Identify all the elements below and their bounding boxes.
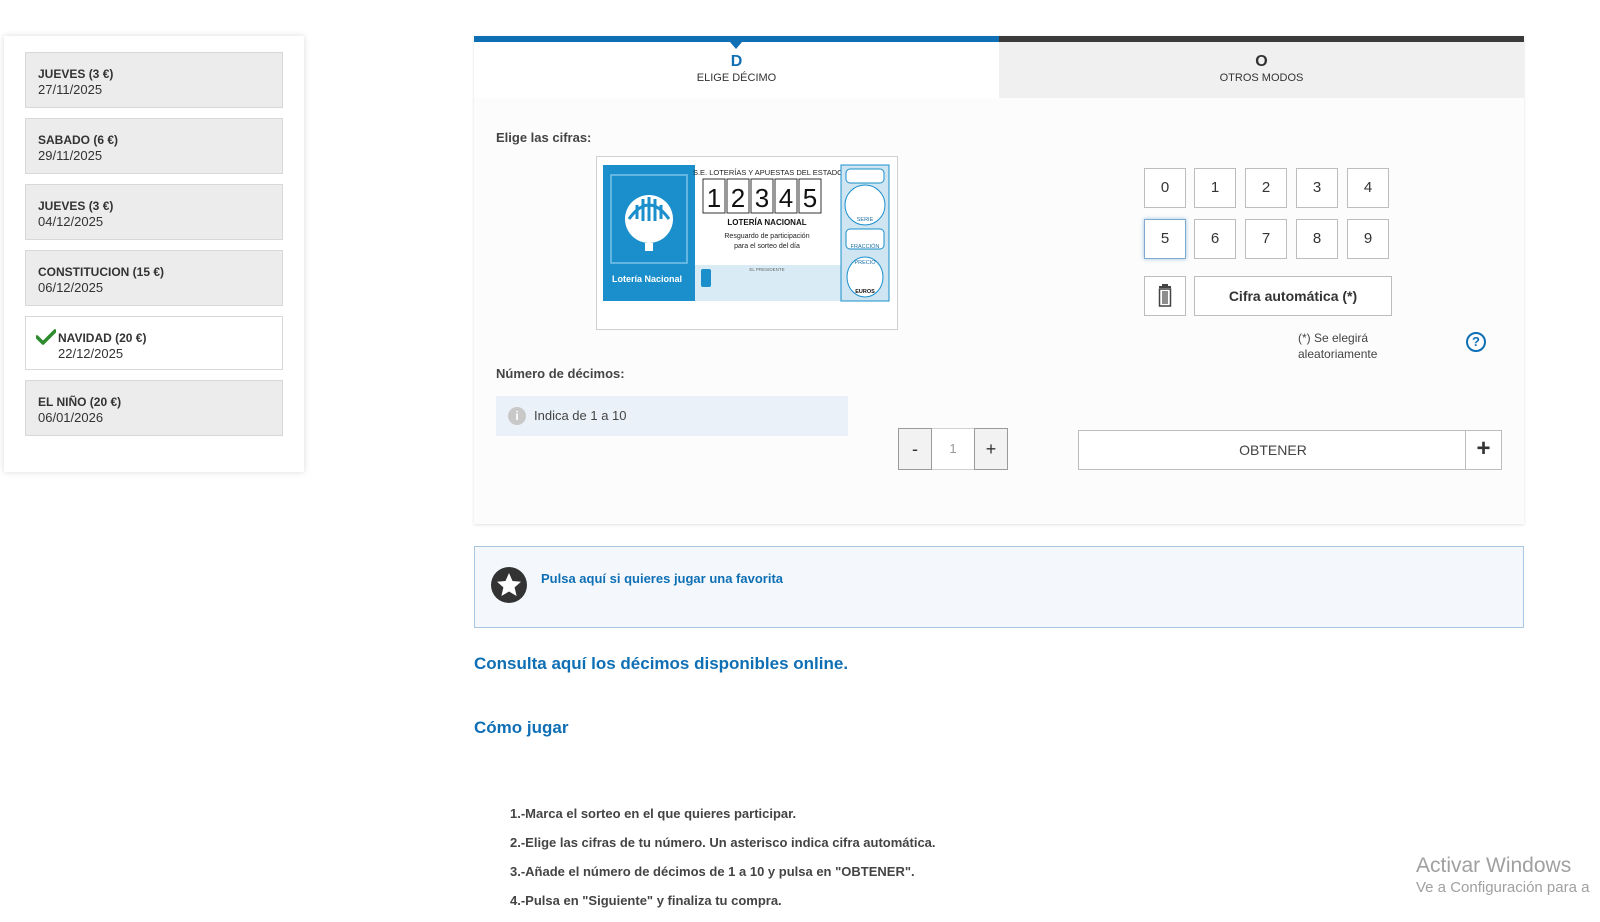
watermark-title: Activar Windows bbox=[1416, 854, 1572, 877]
how-to-steps: 1.-Marca el sorteo en el que quieres par… bbox=[510, 806, 936, 922]
draw-name: EL NIÑO (20 €) bbox=[38, 395, 122, 409]
draw-date: 06/12/2025 bbox=[38, 280, 104, 295]
quantity-input[interactable]: 1 bbox=[932, 428, 974, 470]
ticket-digit: 4 bbox=[779, 183, 793, 213]
tab-label: ELIGE DÉCIMO bbox=[696, 72, 777, 84]
quantity-increase-button[interactable]: + bbox=[974, 428, 1008, 470]
quantity-decrease-button[interactable]: - bbox=[898, 428, 932, 470]
digit-key-6[interactable]: 6 bbox=[1194, 219, 1236, 259]
draw-item-jueves-27[interactable]: JUEVES (3 €) 27/11/2025 bbox=[25, 52, 283, 108]
ticket-title: LOTERÍA NACIONAL bbox=[727, 218, 806, 227]
tab-otros-modos[interactable]: O OTROS MODOS bbox=[999, 36, 1524, 98]
help-icon[interactable]: ? bbox=[1466, 332, 1486, 352]
auto-digit-button[interactable]: Cifra automática (*) bbox=[1194, 276, 1392, 316]
draw-name: NAVIDAD (20 €) bbox=[58, 331, 147, 345]
draw-date: 29/11/2025 bbox=[38, 148, 103, 163]
trash-icon bbox=[1158, 284, 1172, 307]
ticket-subtitle: para el sorteo del día bbox=[734, 243, 800, 250]
draw-name: JUEVES (3 €) bbox=[38, 67, 114, 81]
info-icon: i bbox=[508, 407, 526, 425]
digit-key-3[interactable]: 3 bbox=[1296, 168, 1338, 208]
draw-name: SABADO (6 €) bbox=[38, 133, 119, 147]
purchase-panel: D ELIGE DÉCIMO O OTROS MODOS Elige las c… bbox=[474, 36, 1524, 524]
watermark-subtitle: Ve a Configuración para a bbox=[1416, 879, 1590, 896]
ticket-illustration: Lotería Nacional S.E. LOTERÍAS Y APUESTA… bbox=[603, 164, 890, 302]
ticket-digit: 2 bbox=[731, 183, 745, 213]
digit-key-7[interactable]: 7 bbox=[1245, 219, 1287, 259]
draw-item-constitucion[interactable]: CONSTITUCION (15 €) 06/12/2025 bbox=[25, 250, 283, 306]
step-item: 2.-Elige las cifras de tu número. Un ast… bbox=[510, 835, 936, 850]
draw-item-sabado-29[interactable]: SABADO (6 €) 29/11/2025 bbox=[25, 118, 283, 174]
quantity-label: Número de décimos: bbox=[496, 366, 625, 381]
step-item: 3.-Añade el número de décimos de 1 a 10 … bbox=[510, 864, 915, 879]
draw-name: JUEVES (3 €) bbox=[38, 199, 114, 213]
available-tickets-link[interactable]: Consulta aquí los décimos disponibles on… bbox=[474, 654, 848, 674]
ticket-digit: 1 bbox=[707, 183, 721, 213]
star-icon bbox=[491, 567, 527, 603]
ticket-brand: Lotería Nacional bbox=[612, 274, 682, 284]
digit-key-2[interactable]: 2 bbox=[1245, 168, 1287, 208]
favorite-link[interactable]: Pulsa aquí si quieres jugar una favorita bbox=[541, 571, 783, 586]
digit-key-9[interactable]: 9 bbox=[1347, 219, 1389, 259]
draw-date: 06/01/2026 bbox=[38, 410, 104, 425]
step-item: 4.-Pulsa en "Siguiente" y finaliza tu co… bbox=[510, 893, 782, 908]
tab-elige-decimo[interactable]: D ELIGE DÉCIMO bbox=[474, 36, 999, 98]
digit-key-1[interactable]: 1 bbox=[1194, 168, 1236, 208]
digit-key-8[interactable]: 8 bbox=[1296, 219, 1338, 259]
ticket-digit: 3 bbox=[755, 183, 769, 213]
obtener-label: OBTENER bbox=[1239, 442, 1307, 458]
draw-item-jueves-04[interactable]: JUEVES (3 €) 04/12/2025 bbox=[25, 184, 283, 240]
step-item: 1.-Marca el sorteo en el que quieres par… bbox=[510, 806, 797, 821]
tab-label: OTROS MODOS bbox=[1219, 72, 1304, 84]
ticket-serie: SERIE bbox=[857, 217, 874, 223]
ticket-digit: 5 bbox=[803, 183, 817, 213]
draw-name: CONSTITUCION (15 €) bbox=[38, 265, 165, 279]
tab-letter: D bbox=[730, 53, 743, 70]
check-icon bbox=[36, 329, 56, 345]
draw-date: 22/12/2025 bbox=[58, 346, 124, 361]
clear-digits-button[interactable] bbox=[1144, 276, 1186, 316]
favorite-banner[interactable]: Pulsa aquí si quieres jugar una favorita bbox=[474, 546, 1524, 628]
ticket-euros: EUROS bbox=[855, 289, 875, 295]
draw-item-el-nino[interactable]: EL NIÑO (20 €) 06/01/2026 bbox=[25, 380, 283, 436]
windows-activation-watermark: Activar Windows Ve a Configuración para … bbox=[1416, 854, 1589, 898]
ticket-header: S.E. LOTERÍAS Y APUESTAS DEL ESTADO bbox=[693, 168, 843, 177]
ticket-subtitle: Resguardo de participación bbox=[724, 233, 809, 240]
ticket-precio: PRECIO bbox=[854, 260, 876, 266]
digits-label: Elige las cifras: bbox=[496, 130, 592, 145]
digit-key-4[interactable]: 4 bbox=[1347, 168, 1389, 208]
tab-letter: O bbox=[1255, 53, 1268, 70]
draw-date: 04/12/2025 bbox=[38, 214, 104, 229]
draw-date: 27/11/2025 bbox=[38, 82, 103, 97]
active-tab-caret bbox=[730, 42, 742, 49]
draw-item-navidad[interactable]: NAVIDAD (20 €) 22/12/2025 bbox=[25, 316, 283, 370]
quantity-hint-text: Indica de 1 a 10 bbox=[534, 408, 627, 423]
auto-digit-note: (*) Se elegirá aleatoriamente bbox=[1298, 331, 1378, 361]
ticket-signature: EL PRESIDENTE bbox=[749, 267, 784, 272]
digit-key-5[interactable]: 5 bbox=[1144, 219, 1186, 259]
ticket-preview: Lotería Nacional S.E. LOTERÍAS Y APUESTA… bbox=[596, 156, 898, 330]
digit-key-0[interactable]: 0 bbox=[1144, 168, 1186, 208]
obtener-button[interactable]: OBTENER + bbox=[1078, 430, 1502, 470]
how-to-play-link[interactable]: Cómo jugar bbox=[474, 718, 568, 738]
quantity-hint: i Indica de 1 a 10 bbox=[496, 396, 848, 436]
ticket-fraccion: FRACCIÓN bbox=[851, 243, 880, 250]
plus-icon[interactable]: + bbox=[1465, 431, 1501, 469]
draw-list: JUEVES (3 €) 27/11/2025 SABADO (6 €) 29/… bbox=[4, 36, 304, 472]
